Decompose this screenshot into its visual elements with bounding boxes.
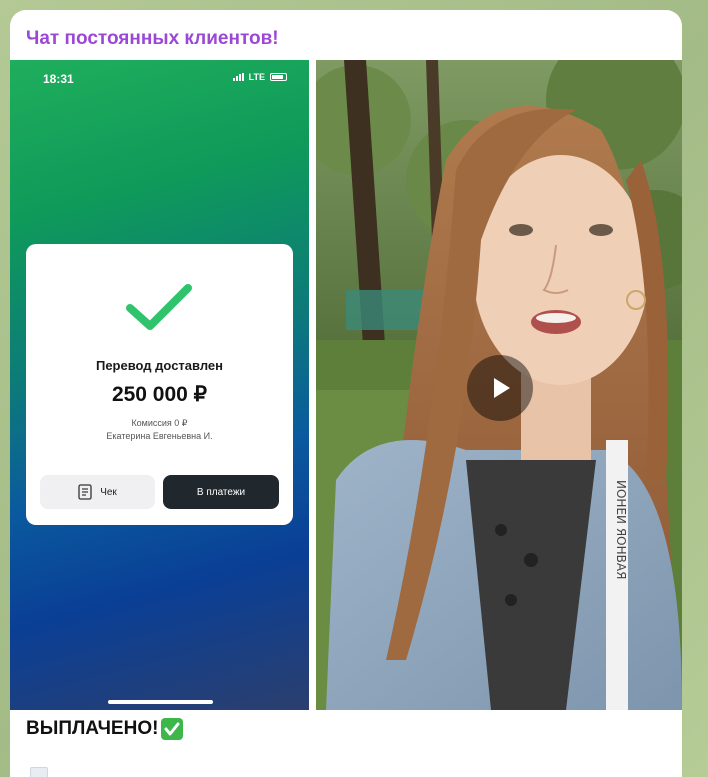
recipient-name: Екатерина Евгеньевна И. xyxy=(106,431,213,441)
transfer-status-title: Перевод доставлен xyxy=(95,358,224,373)
receipt-button[interactable]: Чек xyxy=(40,475,155,509)
message-bubble: Чат постоянных клиентов! 18:31 LTE Перев… xyxy=(10,10,682,777)
battery-icon xyxy=(270,73,287,81)
receipt-button-label: Чек xyxy=(100,486,117,498)
check-mark-emoji-icon xyxy=(161,718,184,740)
sender-name[interactable]: Чат постоянных клиентов! xyxy=(26,28,279,50)
lanyard-text: ИОНЕИ ЯОНВАЯ xyxy=(614,480,628,579)
checkmark-icon xyxy=(126,284,192,330)
payment-screenshot[interactable]: 18:31 LTE Перевод доставлен 250 000 ₽ Ко… xyxy=(10,60,309,710)
home-indicator xyxy=(108,700,213,704)
status-indicators: LTE xyxy=(232,72,287,82)
receipt-icon xyxy=(78,484,92,500)
status-time: 18:31 xyxy=(43,72,74,86)
play-button[interactable] xyxy=(467,355,533,421)
caption-text: ВЫПЛАЧЕНО! xyxy=(26,718,159,739)
transfer-amount: 250 000 ₽ xyxy=(111,383,208,406)
network-label: LTE xyxy=(248,72,265,82)
media-album: 18:31 LTE Перевод доставлен 250 000 ₽ Ко… xyxy=(10,60,682,710)
document-icon xyxy=(30,767,48,777)
message-caption: ВЫПЛАЧЕНО! xyxy=(26,718,184,740)
signal-icon xyxy=(232,73,244,81)
commission-text: Комиссия 0 ₽ xyxy=(131,418,188,428)
to-payments-button[interactable]: В платежи xyxy=(163,475,279,509)
play-icon xyxy=(494,378,510,398)
to-payments-button-label: В платежи xyxy=(196,486,246,498)
transfer-card: Перевод доставлен 250 000 ₽ Комиссия 0 ₽… xyxy=(26,244,293,525)
